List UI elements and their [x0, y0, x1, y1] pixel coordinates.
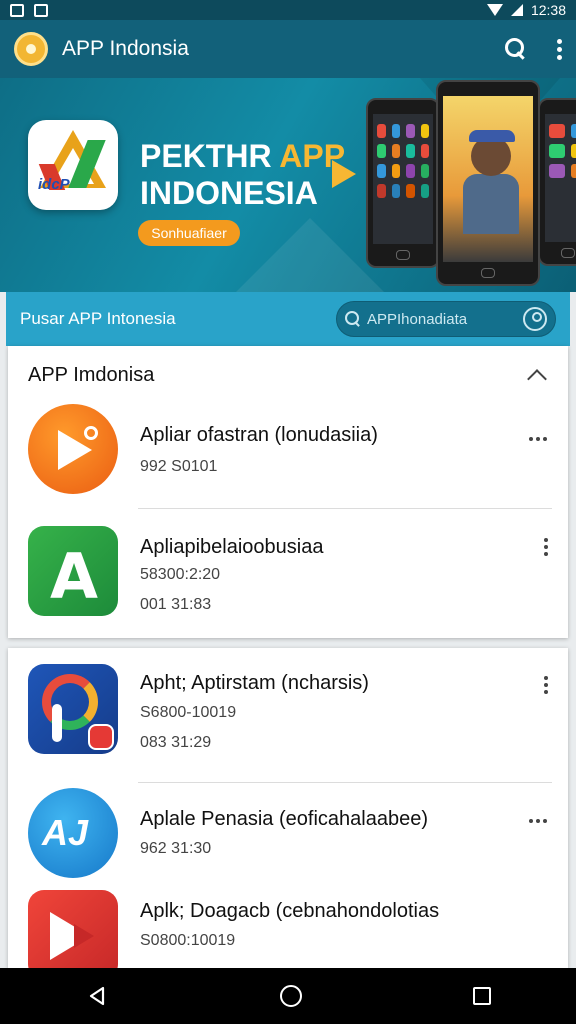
search-bar-label: Pusar APP Intonesia: [20, 309, 176, 328]
app-logo-icon: [14, 32, 48, 66]
back-icon[interactable]: [85, 984, 109, 1008]
banner-icon-text: idcP: [38, 176, 70, 193]
section-header[interactable]: APP Imdonisa: [8, 346, 568, 404]
app-title: APP Indonsia: [62, 37, 189, 60]
list-item[interactable]: A Apliapibelaioobusiaa 58300:2:20 001 31…: [8, 526, 568, 626]
chevron-up-icon[interactable]: [527, 369, 547, 389]
app-meta: 992 S0101: [140, 458, 218, 475]
list-item[interactable]: Apliar ofastran (lonudasiia) 992 S0101: [8, 404, 568, 508]
app-meta: 58300:2:20: [140, 566, 221, 583]
more-horiz-icon[interactable]: [526, 434, 550, 444]
arrow-icon: [332, 160, 356, 188]
wifi-icon: [486, 4, 503, 16]
app-bar: APP Indonsia: [0, 20, 576, 78]
divider: [138, 782, 552, 783]
search-box[interactable]: [336, 301, 556, 337]
search-icon[interactable]: [505, 38, 527, 60]
gallery-icon: [34, 3, 48, 17]
phone-mockup: [538, 98, 576, 266]
banner-button[interactable]: Sonhuafiaer: [138, 220, 240, 246]
app-meta: 001 31:83: [140, 596, 212, 613]
p-logo-icon: [28, 664, 118, 754]
blue-ag-icon: AJ: [28, 788, 118, 878]
app-meta: S6800-10019: [140, 704, 237, 721]
banner-headline-line2: INDONESIA: [140, 175, 318, 211]
phone-mockup: [436, 80, 540, 286]
app-name: Apht; Aptirstam (ncharsis): [140, 672, 369, 694]
home-icon[interactable]: [279, 985, 302, 1007]
search-bar: Pusar APP Intonesia: [6, 292, 570, 346]
list-item[interactable]: Aplk; Doagacb (cebnahondolotias S0800:10…: [8, 890, 568, 968]
more-vert-icon[interactable]: [542, 538, 550, 556]
status-time: 12:38: [530, 2, 566, 18]
green-a-icon: A: [28, 526, 118, 616]
app-section-card: Apht; Aptirstam (ncharsis) S6800-10019 0…: [8, 648, 568, 968]
divider: [138, 508, 552, 509]
more-horiz-icon[interactable]: [526, 816, 550, 826]
status-bar: 12:38: [0, 0, 576, 20]
phone-mockup: [366, 98, 440, 268]
notification-icon: [10, 3, 24, 17]
app-meta: 083 31:29: [140, 734, 212, 751]
list-item[interactable]: AJ Aplale Penasia (eoficahalaabee) 962 3…: [8, 788, 568, 880]
search-input[interactable]: [367, 310, 523, 328]
signal-icon: [510, 4, 523, 16]
red-play-icon: [28, 890, 118, 968]
app-section-card: APP Imdonisa Apliar ofastran (lonudasiia…: [8, 346, 568, 638]
banner-headline: PEKTHR APP: [140, 138, 346, 174]
orange-play-icon: [28, 404, 118, 494]
banner-app-icon: idcP: [28, 120, 118, 210]
search-icon: [345, 311, 361, 327]
more-vert-icon[interactable]: [542, 676, 550, 694]
nav-bar: [0, 968, 576, 1024]
list-item[interactable]: Apht; Aptirstam (ncharsis) S6800-10019 0…: [8, 664, 568, 764]
app-name: Apliar ofastran (lonudasiia): [140, 424, 378, 446]
more-vert-icon[interactable]: [557, 38, 562, 60]
recents-icon[interactable]: [472, 987, 491, 1005]
section-title: APP Imdonisa: [28, 363, 155, 386]
app-name: Aplk; Doagacb (cebnahondolotias: [140, 900, 440, 922]
promo-banner[interactable]: idcP PEKTHR APP INDONESIA Sonhuafiaer: [0, 78, 576, 292]
app-meta: 962 31:30: [140, 840, 212, 857]
user-icon[interactable]: [523, 307, 547, 331]
app-meta: S0800:10019: [140, 932, 236, 949]
app-name: Aplale Penasia (eoficahalaabee): [140, 808, 428, 830]
app-name: Apliapibelaioobusiaa: [140, 536, 324, 558]
